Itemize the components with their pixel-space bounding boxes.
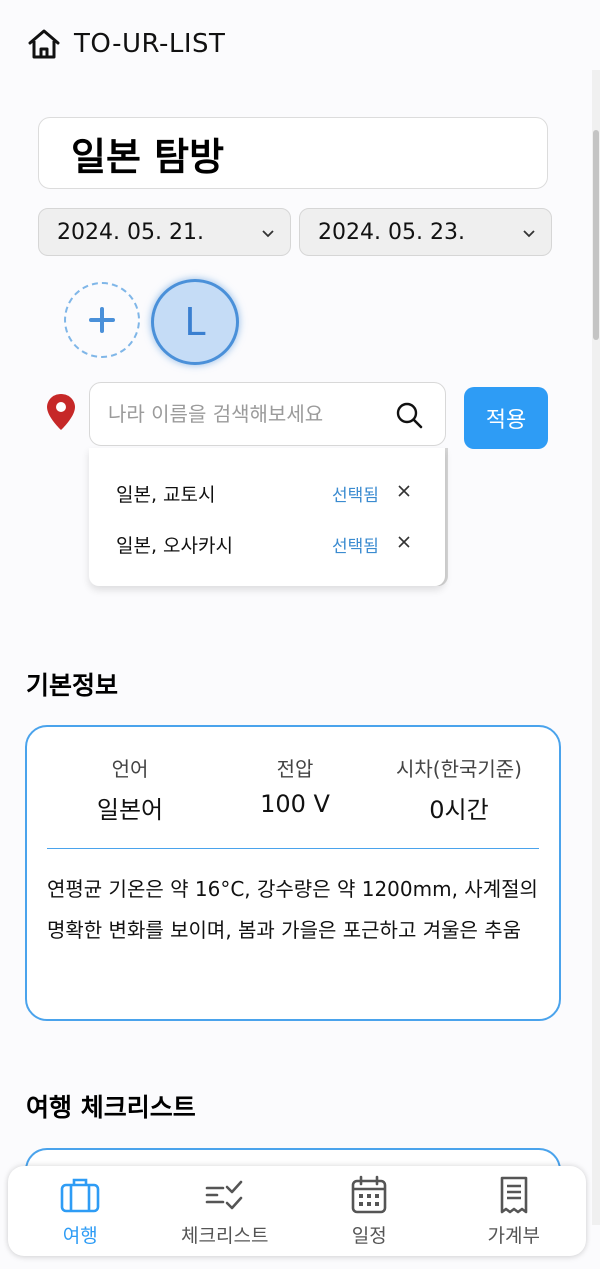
nav-item-schedule[interactable]: 일정 (297, 1166, 442, 1256)
end-date-value: 2024. 05. 23. (318, 219, 465, 245)
language-info: 언어 일본어 (75, 753, 185, 825)
result-name: 일본, 오사카시 (116, 535, 233, 557)
end-date-select[interactable]: 2024. 05. 23. (299, 208, 552, 256)
selected-badge: 선택됨 (332, 537, 379, 557)
start-date-value: 2024. 05. 21. (57, 219, 204, 245)
climate-description: 연평균 기온은 약 16°C, 강수량은 약 1200mm, 사계절의 명확한 … (47, 877, 538, 942)
chevron-down-icon (523, 230, 535, 238)
basic-info-card: 언어 일본어 전압 100 V 시차(한국기준) 0시간 연평균 기온은 약 1… (25, 725, 561, 1021)
chevron-down-icon (262, 230, 274, 238)
suitcase-icon (60, 1178, 100, 1212)
calendar-icon (351, 1175, 387, 1213)
nav-label: 가계부 (487, 1224, 540, 1247)
home-icon[interactable] (26, 26, 62, 62)
timezone-info: 시차(한국기준) 0시간 (379, 753, 539, 825)
search-result-item[interactable]: 일본, 오사카시 선택됨 (89, 519, 445, 570)
voltage-label: 전압 (276, 757, 314, 781)
nav-label: 일정 (351, 1224, 387, 1247)
bottom-navigation: 여행 체크리스트 일정 가계부 (8, 1166, 586, 1256)
search-input[interactable] (108, 402, 378, 426)
nav-item-trip[interactable]: 여행 (8, 1166, 153, 1256)
divider (47, 848, 539, 849)
start-date-select[interactable]: 2024. 05. 21. (38, 208, 291, 256)
nav-item-checklist[interactable]: 체크리스트 (153, 1166, 298, 1256)
selected-badge: 선택됨 (332, 486, 379, 506)
apply-button[interactable]: 적용 (464, 387, 548, 449)
add-member-button[interactable] (64, 282, 140, 358)
member-avatar[interactable]: L (151, 279, 239, 365)
nav-label: 체크리스트 (181, 1224, 269, 1247)
checklist-heading: 여행 체크리스트 (26, 1093, 196, 1122)
plus-icon (89, 307, 115, 333)
receipt-icon (500, 1176, 528, 1213)
close-icon[interactable] (397, 535, 411, 549)
search-icon[interactable] (395, 401, 423, 429)
search-results-dropdown: 일본, 교토시 선택됨 일본, 오사카시 선택됨 (89, 448, 445, 586)
close-icon[interactable] (397, 484, 411, 498)
timezone-value: 0시간 (429, 796, 489, 824)
timezone-label: 시차(한국기준) (395, 757, 522, 781)
language-value: 일본어 (96, 796, 164, 824)
trip-title-input[interactable]: 일본 탐방 (38, 117, 548, 189)
country-search-field[interactable] (89, 382, 446, 446)
scrollbar[interactable] (592, 70, 600, 1225)
location-pin-icon (47, 394, 75, 430)
checklist-icon (205, 1180, 243, 1209)
language-label: 언어 (111, 757, 149, 781)
voltage-value: 100 V (260, 790, 330, 818)
app-title: TO-UR-LIST (74, 29, 226, 59)
nav-item-budget[interactable]: 가계부 (442, 1166, 587, 1256)
voltage-info: 전압 100 V (240, 753, 350, 818)
app-header: TO-UR-LIST (26, 24, 225, 64)
search-result-item[interactable]: 일본, 교토시 선택됨 (89, 468, 445, 519)
nav-label: 여행 (62, 1224, 98, 1247)
result-name: 일본, 교토시 (116, 484, 216, 506)
basic-info-heading: 기본정보 (26, 671, 119, 700)
scrollbar-thumb[interactable] (593, 130, 599, 340)
